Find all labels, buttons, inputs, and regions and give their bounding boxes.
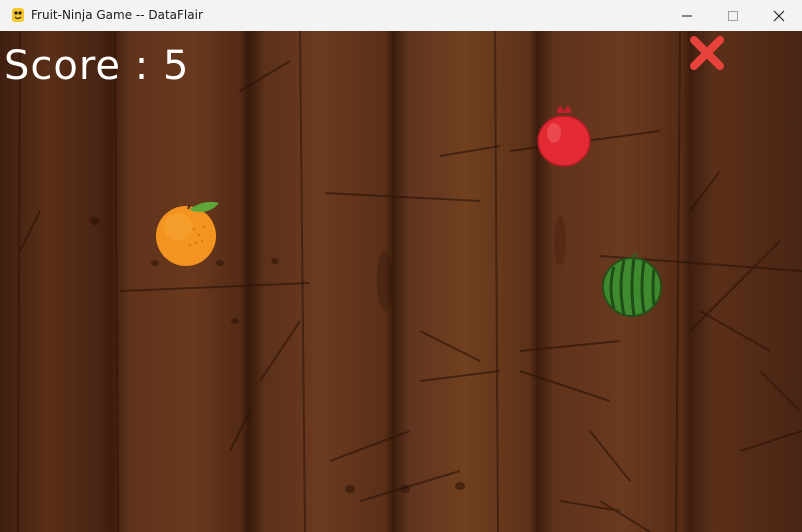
score-display: Score : 5 (4, 43, 190, 89)
window-title: Fruit-Ninja Game -- DataFlair (31, 8, 203, 22)
minimize-icon (682, 15, 692, 16)
pomegranate-fruit[interactable] (536, 103, 592, 169)
pygame-snake-icon (12, 8, 24, 22)
wood-background (17, 31, 802, 532)
minimize-button[interactable] (664, 0, 710, 31)
close-button[interactable] (756, 0, 802, 31)
game-canvas[interactable]: Score : 5 (0, 31, 802, 532)
orange-fruit[interactable] (154, 199, 224, 269)
maximize-icon (728, 10, 738, 21)
close-icon (773, 10, 785, 21)
maximize-button[interactable] (710, 0, 756, 31)
red-x-icon (690, 36, 724, 70)
game-window: Fruit-Ninja Game -- DataFlair Score: 5 (0, 0, 802, 532)
title-bar[interactable]: Fruit-Ninja Game -- DataFlair (0, 0, 802, 31)
watermelon-fruit[interactable] (600, 253, 664, 317)
